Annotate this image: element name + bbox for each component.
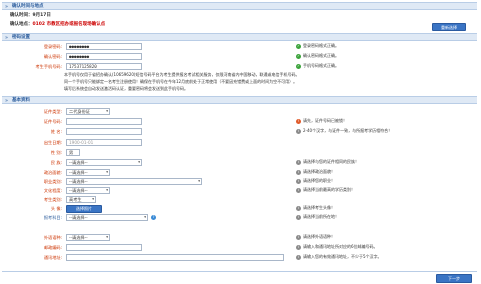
- politic-label: 政治面貌:: [43, 170, 62, 175]
- id-number-input[interactable]: [66, 118, 142, 125]
- dropdown-arrow-icon: ▾: [144, 215, 146, 219]
- phone-label: 考生手机号码:: [35, 64, 62, 69]
- check-icon: ✓: [296, 64, 301, 69]
- education-label: 文化程度:: [43, 188, 62, 193]
- section-header-basic: » 基本资料: [2, 96, 477, 104]
- dropdown-arrow-icon: ▾: [106, 188, 108, 192]
- id-number-label: 证件号码:: [43, 119, 62, 124]
- gender-select[interactable]: 男: [66, 149, 80, 156]
- divider: [2, 271, 477, 272]
- phone-notice-1: 本手机号仅用于省招办确认(10659620)短信号码平台为考生提供报名考试相关服…: [64, 72, 300, 77]
- birth-date-input[interactable]: 1900-01-01: [66, 139, 142, 146]
- info-icon: i: [296, 245, 301, 250]
- gender-label: 性 别:: [50, 150, 62, 155]
- confirm-place-line: 确认地点：0102 市教区招办或报名现场确认点: [10, 22, 106, 27]
- job-select[interactable]: --请选择-- ▾: [66, 178, 202, 185]
- dropdown-arrow-icon: ▾: [106, 109, 108, 113]
- info-icon: i: [296, 170, 301, 175]
- help-icon[interactable]: ?: [151, 215, 156, 220]
- dropdown-arrow-icon: ▾: [106, 235, 108, 239]
- dropdown-arrow-icon: ▾: [198, 179, 200, 183]
- phone-hint: 手机号码格式正确。: [303, 63, 339, 68]
- language-select[interactable]: --请选择-- ▾: [66, 234, 110, 241]
- chevron-icon: »: [5, 98, 9, 104]
- address-hint: 请输入您的有效通讯地址，不少于5个汉字。: [303, 254, 382, 259]
- postcode-input[interactable]: [66, 244, 142, 251]
- confirm-time-line: 确认时间：9月17日: [10, 13, 51, 18]
- check-icon: ✓: [296, 54, 301, 59]
- politic-select[interactable]: --请选择-- ▾: [66, 169, 110, 176]
- id-type-select[interactable]: 二代身份证 ▾: [66, 108, 110, 115]
- phone-notice-3: 填写后系统会自动发送激活码认证，重要密码将会发送到此手机号码。: [64, 86, 188, 91]
- checkin-select[interactable]: --请选择-- ▾: [66, 214, 148, 221]
- chevron-icon: »: [5, 35, 9, 41]
- reselect-button[interactable]: 重新选择: [432, 23, 466, 31]
- section-header-password: » 密码设置: [2, 33, 477, 41]
- info-icon: i: [296, 188, 301, 193]
- language-hint: 请选择外语语种！: [303, 234, 335, 239]
- education-hint: 请选择当前最高的学历类别！: [303, 187, 355, 192]
- info-icon: i: [296, 129, 301, 134]
- section-title: 基本资料: [12, 98, 30, 103]
- chevron-icon: »: [5, 4, 9, 10]
- student-type-label: 考生类别:: [43, 197, 62, 202]
- job-label: 职业类别:: [43, 179, 62, 184]
- info-icon: i: [296, 255, 301, 260]
- next-button[interactable]: 下一步: [436, 274, 472, 283]
- politic-hint: 请选择政治面貌！: [303, 169, 335, 174]
- photo-hint: 请选择考生头像！: [303, 205, 335, 210]
- confirm-password-input[interactable]: ●●●●●●●●: [66, 53, 142, 60]
- education-select[interactable]: --请选择-- ▾: [66, 187, 110, 194]
- login-password-input[interactable]: ●●●●●●●●: [66, 43, 142, 50]
- id-type-label: 证件类型:: [43, 109, 62, 114]
- section-title: 确认时间与地点: [12, 4, 44, 9]
- section-header-confirm: » 确认时间与地点: [2, 2, 477, 10]
- photo-label: 头 像:: [50, 206, 62, 211]
- name-input[interactable]: [66, 128, 142, 135]
- warning-icon: !: [296, 119, 301, 124]
- section-title: 密码设置: [12, 35, 30, 40]
- checkin-hint: 请选择当前所在地！: [303, 214, 339, 219]
- birth-date-label: 出生日期:: [43, 140, 62, 145]
- id-number-hint: 请先，证件号码已被锁！: [303, 118, 347, 123]
- ethnic-select[interactable]: --请选择-- ▾: [66, 159, 142, 166]
- name-hint: 2-40个汉字，与证件一致，与所报考学历相符合！: [303, 128, 393, 133]
- name-label: 姓 名:: [50, 129, 62, 134]
- job-hint: 请选择您的职业！: [303, 178, 335, 183]
- info-icon: i: [296, 179, 301, 184]
- postcode-hint: 请输入和通讯地址所对应的6位邮编号码。: [303, 244, 378, 249]
- phone-input[interactable]: 17537125820: [66, 63, 142, 70]
- info-icon: i: [296, 215, 301, 220]
- phone-notice-2: 同一个手机号只能绑定一名考生注册使用！确保在手机号在今年12月底前处于正常使用（…: [64, 79, 298, 84]
- login-password-hint: 登录密码格式正确。: [303, 43, 339, 48]
- choose-photo-button[interactable]: 选择照片: [66, 205, 102, 213]
- info-icon: i: [296, 206, 301, 211]
- info-icon: i: [296, 235, 301, 240]
- address-input[interactable]: [66, 254, 284, 261]
- dropdown-arrow-icon: ▾: [138, 160, 140, 164]
- student-type-select[interactable]: 高考生 ▾: [66, 196, 96, 203]
- postcode-label: 邮政编码:: [43, 245, 62, 250]
- ethnic-label: 民 族:: [50, 160, 62, 165]
- check-icon: ✓: [296, 44, 301, 49]
- dropdown-arrow-icon: ▾: [106, 170, 108, 174]
- login-password-label: 登录密码:: [43, 44, 62, 49]
- confirm-password-hint: 确认密码格式正确。: [303, 53, 339, 58]
- ethnic-hint: 请选择与您的证件相同的民族！: [303, 159, 359, 164]
- info-icon: i: [296, 160, 301, 165]
- dropdown-arrow-icon: ▾: [92, 197, 94, 201]
- language-label: 外语语种:: [43, 235, 62, 240]
- address-label: 通讯地址:: [43, 255, 62, 260]
- checkin-label: 报考科目:: [43, 215, 62, 220]
- confirm-password-label: 确认密码:: [43, 54, 62, 59]
